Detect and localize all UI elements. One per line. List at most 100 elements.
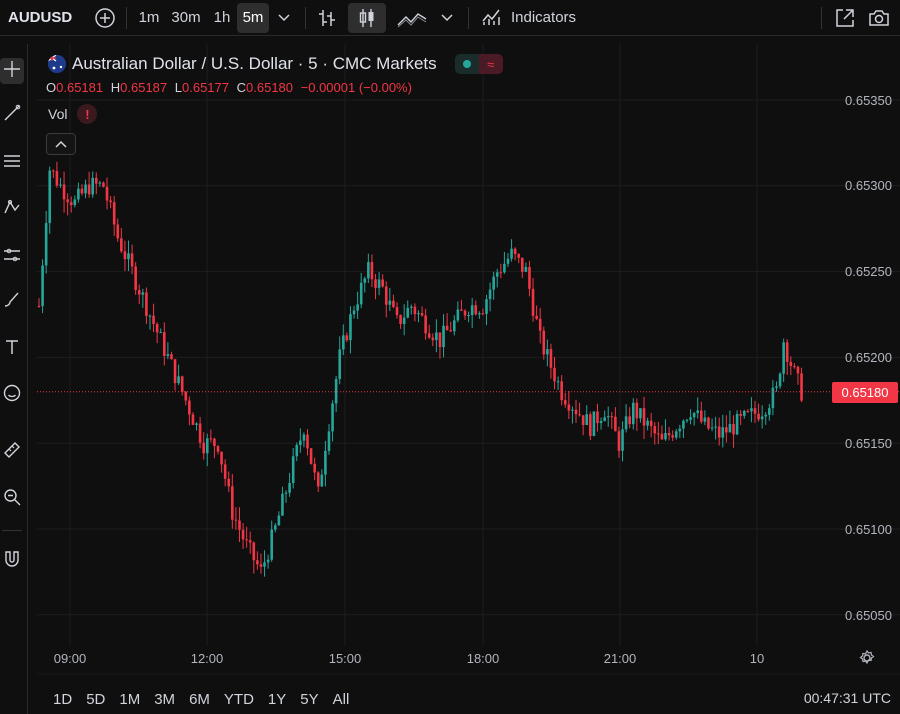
- candle-body: [517, 254, 521, 258]
- candle-body: [198, 423, 202, 443]
- volume-warning-icon[interactable]: !: [77, 104, 98, 124]
- candle-body: [631, 402, 635, 425]
- ohlc-bars-icon: [317, 8, 337, 28]
- candle-body: [692, 412, 696, 418]
- australia-flag-icon: [48, 55, 66, 73]
- candle-body: [549, 349, 553, 368]
- candles-chart-button[interactable]: [348, 2, 386, 33]
- brush-tool-button[interactable]: [0, 288, 24, 314]
- prediction-tool-button[interactable]: [0, 244, 24, 270]
- candle-body: [417, 313, 420, 315]
- measure-tool-button[interactable]: [0, 439, 24, 465]
- candle-body: [546, 349, 549, 355]
- candle-body: [606, 416, 610, 418]
- market-open-dot-icon: [455, 54, 479, 74]
- price-chart[interactable]: [37, 44, 900, 676]
- candle-body: [91, 177, 94, 195]
- price-axis-label: 0.65050: [845, 608, 892, 623]
- candle-body: [177, 376, 180, 384]
- close-value: 0.65180: [246, 80, 294, 95]
- candle-body: [474, 305, 478, 315]
- utc-clock[interactable]: 00:47:31 UTC: [804, 690, 891, 706]
- text-tool-button[interactable]: [0, 336, 24, 362]
- candle-body: [470, 305, 474, 316]
- interval-dropdown-button[interactable]: [269, 3, 299, 33]
- candle-body: [714, 426, 717, 428]
- interval-1h-button[interactable]: 1h: [207, 3, 237, 33]
- interval-30m-button[interactable]: 30m: [165, 3, 207, 33]
- range-6m-button[interactable]: 6M: [189, 691, 210, 708]
- range-all-button[interactable]: All: [333, 691, 350, 708]
- toolbar-divider: [126, 6, 127, 29]
- interval-1m-button[interactable]: 1m: [133, 3, 165, 33]
- candle-body: [62, 184, 66, 200]
- candle-body: [431, 337, 435, 341]
- volume-indicator-legend[interactable]: Vol !: [48, 104, 98, 124]
- candle-body: [420, 313, 424, 316]
- zoom-tool-button[interactable]: [0, 486, 24, 512]
- candle-body: [628, 416, 631, 425]
- icons-tool-button[interactable]: [0, 382, 24, 408]
- candle-body: [800, 373, 803, 401]
- candle-body: [592, 411, 596, 436]
- magnet-tool-button[interactable]: [0, 548, 24, 574]
- candle-body: [263, 562, 266, 567]
- trend-line-icon: [3, 104, 21, 127]
- candle-body: [148, 315, 152, 317]
- candle-body: [80, 188, 84, 194]
- candle-body: [392, 300, 395, 308]
- candle-body: [77, 188, 80, 200]
- candle-body: [427, 333, 431, 338]
- candle-body: [521, 257, 524, 272]
- chart-settings-button[interactable]: [858, 649, 878, 669]
- range-5d-button[interactable]: 5D: [86, 691, 105, 708]
- candle-body: [685, 419, 689, 421]
- collapse-legend-button[interactable]: [46, 133, 76, 155]
- range-1y-button[interactable]: 1Y: [268, 691, 286, 708]
- crosshair-tool-button[interactable]: [0, 58, 24, 84]
- candle-body: [331, 403, 334, 432]
- time-axis-label: 15:00: [328, 651, 362, 666]
- candle-body: [452, 320, 456, 332]
- candle-body: [345, 335, 349, 341]
- symbol-search-button[interactable]: AUDUSD: [0, 9, 90, 26]
- open-external-icon: [835, 8, 855, 28]
- candle-body: [696, 410, 700, 413]
- interval-5m-button[interactable]: 5m: [237, 2, 269, 33]
- candle-body: [73, 199, 77, 206]
- candle-body: [313, 463, 316, 473]
- top-toolbar: AUDUSD 1m 30m 1h 5m Indicators: [0, 0, 900, 36]
- indicators-button[interactable]: Indicators: [475, 3, 582, 33]
- range-5y-button[interactable]: 5Y: [300, 691, 318, 708]
- range-3m-button[interactable]: 3M: [154, 691, 175, 708]
- candle-body: [571, 409, 574, 411]
- range-1d-button[interactable]: 1D: [53, 691, 72, 708]
- compare-symbol-button[interactable]: [90, 3, 120, 33]
- candle-body: [69, 202, 73, 206]
- trend-line-tool-button[interactable]: [0, 102, 24, 128]
- toolbar-divider: [821, 6, 822, 29]
- candle-body: [220, 451, 223, 465]
- chart-type-dropdown-button[interactable]: [432, 3, 462, 33]
- bars-chart-button[interactable]: [312, 3, 342, 33]
- price-axis-label: 0.65350: [845, 93, 892, 108]
- candle-body: [624, 416, 628, 430]
- price-axis-label: 0.65150: [845, 436, 892, 451]
- screenshot-button[interactable]: [862, 3, 896, 33]
- candle-body: [180, 376, 184, 392]
- area-chart-icon: [397, 8, 427, 28]
- candle-body: [256, 560, 259, 565]
- candle-body: [399, 315, 402, 325]
- fib-tool-button[interactable]: [0, 150, 24, 176]
- candle-body: [442, 325, 445, 348]
- candle-body: [667, 432, 671, 436]
- instrument-title[interactable]: Australian Dollar / U.S. Dollar · 5 · CM…: [72, 54, 437, 74]
- market-status-badge[interactable]: ≈: [454, 54, 503, 74]
- range-1m-button[interactable]: 1M: [119, 691, 140, 708]
- patterns-tool-button[interactable]: [0, 196, 24, 222]
- fullscreen-button[interactable]: [828, 3, 862, 33]
- candle-body: [463, 310, 467, 316]
- range-ytd-button[interactable]: YTD: [224, 691, 254, 708]
- area-chart-button[interactable]: [392, 3, 432, 33]
- candle-body: [195, 423, 198, 425]
